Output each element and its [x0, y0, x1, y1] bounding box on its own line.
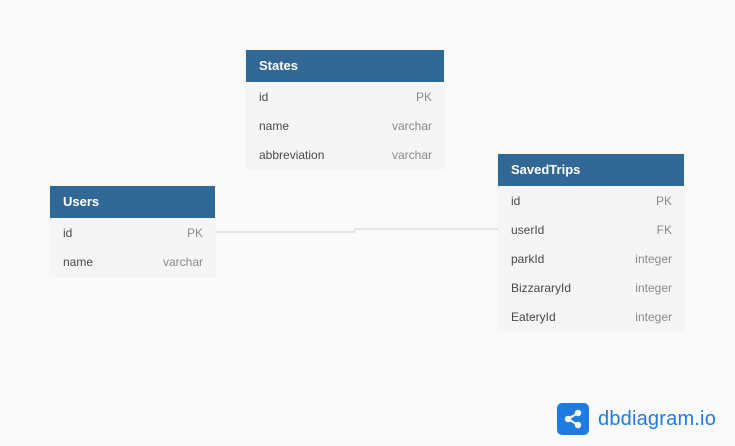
column-name: id — [259, 89, 269, 104]
dbdiagram-brand[interactable]: dbdiagram.io — [557, 403, 716, 435]
column-type: integer — [635, 280, 672, 295]
column-type: varchar — [391, 118, 432, 133]
table-row[interactable]: id PK — [498, 186, 684, 215]
table-savedtrips[interactable]: SavedTrips id PK userId FK parkId intege… — [498, 154, 684, 331]
column-type: integer — [635, 251, 672, 266]
diagram-canvas[interactable]: States id PK name varchar abbreviation v… — [0, 0, 735, 446]
table-row[interactable]: name varchar — [50, 247, 215, 276]
table-row[interactable]: id PK — [246, 82, 444, 111]
table-row[interactable]: EateryId integer — [498, 302, 684, 331]
column-type: varchar — [391, 147, 432, 162]
table-row[interactable]: parkId integer — [498, 244, 684, 273]
table-header-savedtrips[interactable]: SavedTrips — [498, 154, 684, 186]
column-name: EateryId — [511, 309, 556, 324]
table-states[interactable]: States id PK name varchar abbreviation v… — [246, 50, 444, 169]
column-name: id — [511, 193, 521, 208]
column-name: BizzararyId — [511, 280, 572, 295]
column-type: PK — [655, 193, 672, 208]
column-type: FK — [656, 222, 672, 237]
column-type: PK — [186, 225, 203, 240]
table-row[interactable]: BizzararyId integer — [498, 273, 684, 302]
column-type: integer — [635, 309, 672, 324]
column-type: varchar — [162, 254, 203, 269]
table-row[interactable]: id PK — [50, 218, 215, 247]
column-name: parkId — [511, 251, 545, 266]
table-row[interactable]: name varchar — [246, 111, 444, 140]
table-users[interactable]: Users id PK name varchar — [50, 186, 215, 276]
column-name: userId — [511, 222, 545, 237]
column-name: abbreviation — [259, 147, 325, 162]
column-name: name — [63, 254, 94, 269]
table-header-states[interactable]: States — [246, 50, 444, 82]
share-nodes-icon — [557, 403, 589, 435]
table-row[interactable]: userId FK — [498, 215, 684, 244]
table-row[interactable]: abbreviation varchar — [246, 140, 444, 169]
column-name: id — [63, 225, 73, 240]
brand-name: dbdiagram.io — [598, 407, 717, 430]
relationship-line-users-savedtrips[interactable] — [215, 228, 498, 233]
table-header-users[interactable]: Users — [50, 186, 215, 218]
column-type: PK — [415, 89, 432, 104]
column-name: name — [259, 118, 290, 133]
